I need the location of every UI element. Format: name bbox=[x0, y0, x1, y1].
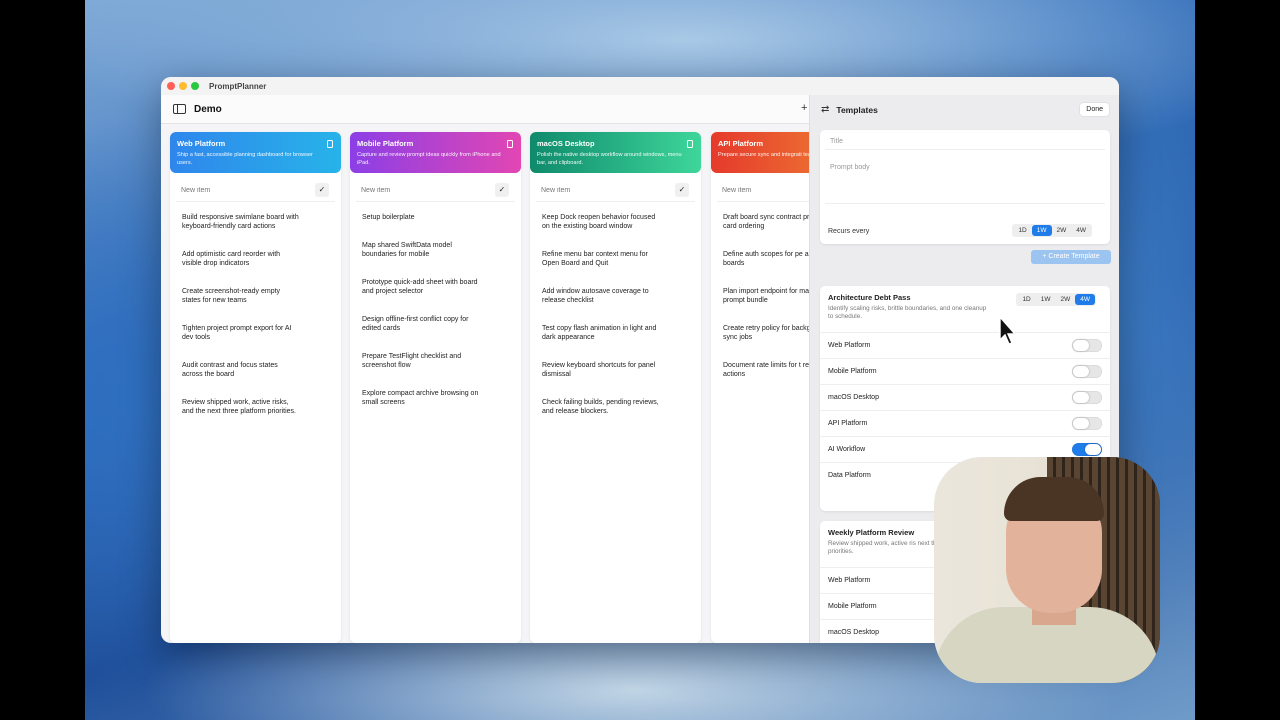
webcam-person-hair bbox=[1004, 477, 1104, 521]
templates-header: ⇄ Templates Done bbox=[810, 95, 1119, 124]
list-item[interactable]: Explore compact archive browsing on smal… bbox=[362, 389, 480, 407]
board-toggle[interactable] bbox=[1072, 391, 1102, 404]
new-template-form: Title Prompt body Recurs every 1D 1W 2W … bbox=[820, 130, 1110, 244]
close-window-button[interactable] bbox=[167, 82, 175, 90]
minimize-window-button[interactable] bbox=[179, 82, 187, 90]
column-web-platform: Web Platform Ship a fast, accessible pla… bbox=[170, 132, 341, 643]
column-header: macOS Desktop Polish the native desktop … bbox=[530, 132, 701, 173]
column-name: Web Platform bbox=[177, 139, 226, 148]
list-item[interactable]: Create screenshot-ready empty states for… bbox=[182, 287, 300, 305]
interval-1w[interactable]: 1W bbox=[1036, 294, 1056, 305]
done-button[interactable]: Done bbox=[1080, 103, 1109, 116]
board-name: API Platform bbox=[828, 420, 868, 427]
board-name: AI Workflow bbox=[828, 446, 866, 453]
board-toggle[interactable] bbox=[1072, 365, 1102, 378]
add-item-check-icon[interactable]: ✓ bbox=[495, 183, 509, 197]
list-item[interactable]: Prototype quick-add sheet with board and… bbox=[362, 278, 480, 296]
interval-2w[interactable]: 2W bbox=[1052, 225, 1072, 236]
template-description: Identify scaling risks, brittle boundari… bbox=[828, 305, 987, 320]
list-item[interactable]: Add window autosave coverage to release … bbox=[542, 287, 660, 305]
copy-icon[interactable] bbox=[687, 140, 693, 148]
copy-icon[interactable] bbox=[507, 140, 513, 148]
column-description: Polish the native desktop workflow aroun… bbox=[537, 152, 682, 166]
list-item[interactable]: Test copy flash animation in light and d… bbox=[542, 324, 660, 342]
new-item-row: ✓ bbox=[356, 179, 515, 202]
recurring-icon: ⇄ bbox=[821, 104, 830, 115]
recurs-every-label: Recurs every bbox=[828, 228, 870, 235]
webcam-overlay bbox=[934, 457, 1160, 683]
new-item-input[interactable] bbox=[181, 186, 301, 194]
interval-picker: 1D 1W 2W 4W bbox=[1012, 224, 1092, 237]
column-description: Capture and review prompt ideas quickly … bbox=[357, 152, 501, 166]
board-toggle-row: API Platform bbox=[820, 410, 1110, 436]
add-item-check-icon[interactable]: ✓ bbox=[315, 183, 329, 197]
new-item-input[interactable] bbox=[361, 186, 481, 194]
app-title: PromptPlanner bbox=[209, 81, 267, 91]
list-item[interactable]: Check failing builds, pending reviews, a… bbox=[542, 398, 660, 416]
new-item-row: ✓ bbox=[536, 179, 695, 202]
board-title: Demo bbox=[194, 103, 222, 115]
list-item[interactable]: Add optimistic card reorder with visible… bbox=[182, 250, 300, 268]
prompt-body-field[interactable]: Prompt body bbox=[825, 154, 1105, 204]
interval-1w[interactable]: 1W bbox=[1031, 225, 1052, 236]
board-toggle[interactable] bbox=[1072, 443, 1102, 456]
board-name: macOS Desktop bbox=[828, 629, 879, 636]
interval-4w[interactable]: 4W bbox=[1075, 294, 1095, 305]
board-name: macOS Desktop bbox=[828, 394, 879, 401]
interval-1d[interactable]: 1D bbox=[1017, 294, 1035, 305]
list-item[interactable]: Design offline-first conflict copy for e… bbox=[362, 315, 480, 333]
board-name: Data Platform bbox=[828, 472, 871, 479]
sidebar-toggle-icon[interactable] bbox=[173, 104, 186, 114]
column-header: Mobile Platform Capture and review promp… bbox=[350, 132, 521, 173]
column-macos-desktop: macOS Desktop Polish the native desktop … bbox=[530, 132, 701, 643]
interval-picker: 1D 1W 2W 4W bbox=[1016, 293, 1096, 306]
list-item[interactable]: Review shipped work, active risks, and t… bbox=[182, 398, 300, 416]
add-item-check-icon[interactable]: ✓ bbox=[675, 183, 689, 197]
add-board-button[interactable]: + bbox=[801, 102, 807, 114]
list-item[interactable]: Review keyboard shortcuts for panel dism… bbox=[542, 361, 660, 379]
list-item[interactable]: Refine menu bar context menu for Open Bo… bbox=[542, 250, 660, 268]
interval-4w[interactable]: 4W bbox=[1071, 225, 1091, 236]
interval-2w[interactable]: 2W bbox=[1056, 294, 1076, 305]
board-toggle-row: Web Platform bbox=[820, 332, 1110, 358]
column-name: Mobile Platform bbox=[357, 139, 414, 148]
board-toggle[interactable] bbox=[1072, 339, 1102, 352]
board-toggle-row: Mobile Platform bbox=[820, 358, 1110, 384]
list-item[interactable]: Tighten project prompt export for AI dev… bbox=[182, 324, 300, 342]
new-item-row: ✓ bbox=[176, 179, 335, 202]
list-item[interactable]: Keep Dock reopen behavior focused on the… bbox=[542, 213, 660, 231]
title-field[interactable]: Title bbox=[825, 134, 1105, 150]
board-toggle[interactable] bbox=[1072, 417, 1102, 430]
board-name: Web Platform bbox=[828, 342, 871, 349]
create-template-button[interactable]: + Create Template bbox=[1031, 250, 1111, 264]
new-item-input[interactable] bbox=[541, 186, 661, 194]
copy-icon[interactable] bbox=[327, 140, 333, 148]
zoom-window-button[interactable] bbox=[191, 82, 199, 90]
column-mobile-platform: Mobile Platform Capture and review promp… bbox=[350, 132, 521, 643]
list-item[interactable]: Map shared SwiftData model boundaries fo… bbox=[362, 241, 480, 259]
column-description: Ship a fast, accessible planning dashboa… bbox=[177, 152, 313, 166]
board-toggle-row: macOS Desktop bbox=[820, 384, 1110, 410]
column-header: Web Platform Ship a fast, accessible pla… bbox=[170, 132, 341, 173]
list-item[interactable]: Setup boilerplate bbox=[362, 213, 480, 222]
templates-title: Templates bbox=[836, 104, 878, 115]
board-name: Mobile Platform bbox=[828, 368, 877, 375]
board-name: Mobile Platform bbox=[828, 603, 877, 610]
mouse-cursor-icon bbox=[999, 316, 1017, 345]
list-item[interactable]: Prepare TestFlight checklist and screens… bbox=[362, 352, 480, 370]
board-name: Web Platform bbox=[828, 577, 871, 584]
interval-1d[interactable]: 1D bbox=[1013, 225, 1031, 236]
column-name: macOS Desktop bbox=[537, 139, 595, 148]
list-item[interactable]: Build responsive swimlane board with key… bbox=[182, 213, 300, 231]
title-bar: PromptPlanner bbox=[161, 77, 1119, 95]
list-item[interactable]: Audit contrast and focus states across t… bbox=[182, 361, 300, 379]
